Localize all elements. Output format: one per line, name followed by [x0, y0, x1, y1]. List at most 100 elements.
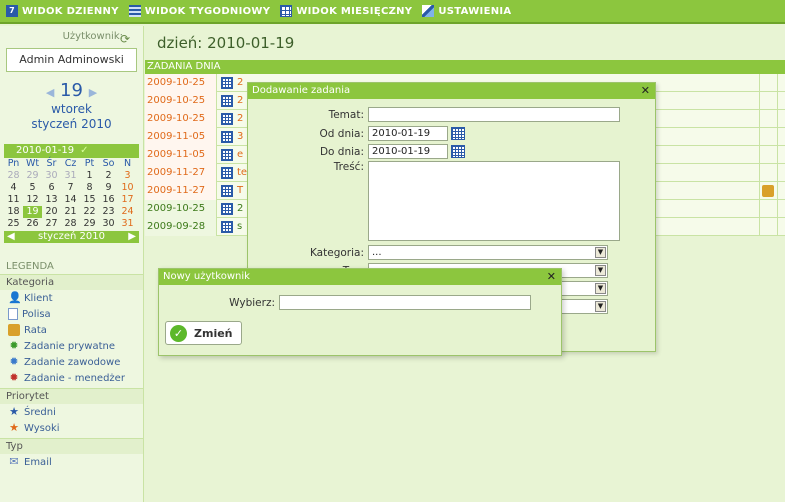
check-icon[interactable]: ✓ — [80, 145, 88, 156]
menu-week-view[interactable]: WIDOK TYGODNIOWY — [128, 5, 271, 17]
calendar-day[interactable]: 28 — [4, 170, 23, 182]
calendar-day[interactable]: 31 — [118, 218, 137, 230]
calendar-day[interactable]: 15 — [80, 194, 99, 206]
day-number: 19 — [60, 80, 83, 101]
close-icon[interactable]: ✕ — [547, 269, 556, 285]
temat-input[interactable] — [368, 107, 620, 122]
change-button[interactable]: ✓ Zmień — [165, 321, 242, 345]
calendar-day[interactable]: 5 — [23, 182, 42, 194]
menu-day-view[interactable]: 7 WIDOK DZIENNY — [6, 5, 119, 17]
calendar-day[interactable]: 6 — [42, 182, 61, 194]
add-task-dialog-header[interactable]: Dodawanie zadania ✕ — [248, 83, 655, 99]
calendar-day[interactable]: 24 — [118, 206, 137, 218]
footer-month: styczeń 2010 — [38, 231, 105, 242]
calendar-icon[interactable] — [221, 131, 233, 143]
current-user-box[interactable]: Admin Adminowski — [6, 48, 137, 72]
calendar-day[interactable]: 20 — [42, 206, 61, 218]
task-date[interactable]: 2009-11-05 — [145, 146, 217, 164]
refresh-icon[interactable]: ⟳ — [120, 32, 130, 46]
task-title[interactable]: 3 — [237, 128, 243, 146]
prev-month-arrow-icon[interactable]: ◀ — [7, 231, 15, 243]
calendar-week-row: 25 26 27 28 29 30 31 — [4, 218, 139, 230]
calendar-day[interactable]: 18 — [4, 206, 23, 218]
calendar-day[interactable]: 16 — [99, 194, 118, 206]
legend-item: 👤 Klient — [0, 290, 143, 306]
do-dnia-input[interactable] — [368, 144, 448, 159]
close-icon[interactable]: ✕ — [641, 83, 650, 99]
calendar-day[interactable]: 9 — [99, 182, 118, 194]
next-day-arrow-icon[interactable]: ▶ — [89, 86, 97, 99]
calendar-day[interactable]: 10 — [118, 182, 137, 194]
task-date[interactable]: 2009-11-27 — [145, 164, 217, 182]
legend-item-label: Rata — [24, 324, 47, 336]
legend-item: ✹ Zadanie - menedżer — [0, 370, 143, 386]
calendar-day[interactable]: 28 — [61, 218, 80, 230]
calendar-icon[interactable] — [221, 185, 233, 197]
task-title[interactable]: T — [237, 182, 243, 200]
calendar-day[interactable]: 14 — [61, 194, 80, 206]
chevron-down-icon[interactable]: ▼ — [595, 301, 606, 312]
next-month-arrow-icon[interactable]: ▶ — [128, 231, 136, 243]
legend-item: ✉ Email — [0, 454, 143, 470]
chevron-down-icon[interactable]: ▼ — [595, 283, 606, 294]
calendar-day[interactable]: 8 — [80, 182, 99, 194]
calendar-icon[interactable] — [221, 221, 233, 233]
calendar-icon[interactable] — [221, 113, 233, 125]
wybierz-input[interactable] — [279, 295, 531, 310]
calendar-day[interactable]: 13 — [42, 194, 61, 206]
column-divider — [759, 92, 760, 110]
menu-settings[interactable]: USTAWIENIA — [422, 5, 511, 17]
task-date[interactable]: 2009-09-28 — [145, 218, 217, 236]
task-date[interactable]: 2009-10-25 — [145, 92, 217, 110]
task-title[interactable]: e — [237, 146, 243, 164]
task-title[interactable]: 2 — [237, 200, 243, 218]
chevron-down-icon[interactable]: ▼ — [595, 247, 606, 258]
calendar-picker-icon[interactable] — [451, 145, 465, 158]
task-date[interactable]: 2009-10-25 — [145, 74, 217, 92]
menu-month-view[interactable]: WIDOK MIESIĘCZNY — [280, 5, 412, 17]
day-navigator: ◀ 19 ▶ — [0, 80, 143, 102]
calendar-day[interactable]: 25 — [4, 218, 23, 230]
task-date[interactable]: 2009-10-25 — [145, 200, 217, 218]
calendar-icon[interactable] — [221, 203, 233, 215]
calendar-icon[interactable] — [221, 167, 233, 179]
task-title[interactable]: s — [237, 218, 242, 236]
calendar-day[interactable]: 26 — [23, 218, 42, 230]
calendar-day[interactable]: 30 — [42, 170, 61, 182]
calendar-day[interactable]: 4 — [4, 182, 23, 194]
calendar-day[interactable]: 27 — [42, 218, 61, 230]
chevron-down-icon[interactable]: ▼ — [595, 265, 606, 276]
calendar-day[interactable]: 11 — [4, 194, 23, 206]
calendar-day[interactable]: 3 — [118, 170, 137, 182]
calendar-day[interactable]: 12 — [23, 194, 42, 206]
new-user-dialog-header[interactable]: Nowy użytkownik ✕ — [159, 269, 561, 285]
task-date[interactable]: 2009-11-27 — [145, 182, 217, 200]
calendar-picker-icon[interactable] — [451, 127, 465, 140]
tresc-textarea[interactable] — [368, 161, 620, 241]
calendar-day[interactable]: 2 — [99, 170, 118, 182]
od-dnia-input[interactable] — [368, 126, 448, 141]
calendar-day[interactable]: 29 — [23, 170, 42, 182]
calendar-day[interactable]: 7 — [61, 182, 80, 194]
task-title[interactable]: 2 — [237, 110, 243, 128]
task-title[interactable]: 2 — [237, 92, 243, 110]
calendar-icon[interactable] — [221, 77, 233, 89]
calendar-day[interactable]: 22 — [80, 206, 99, 218]
kategoria-select[interactable]: ... ▼ — [368, 245, 608, 260]
calendar-day[interactable]: 17 — [118, 194, 137, 206]
calendar-icon[interactable] — [221, 95, 233, 107]
calendar-day[interactable]: 30 — [99, 218, 118, 230]
prev-day-arrow-icon[interactable]: ◀ — [46, 86, 54, 99]
installment-coins-icon — [8, 324, 20, 336]
calendar-day[interactable]: 31 — [61, 170, 80, 182]
calendar-icon[interactable] — [221, 149, 233, 161]
task-date[interactable]: 2009-10-25 — [145, 110, 217, 128]
task-date[interactable]: 2009-11-05 — [145, 128, 217, 146]
task-title[interactable]: 2 — [237, 74, 243, 92]
task-title[interactable]: te — [237, 164, 247, 182]
calendar-day[interactable]: 1 — [80, 170, 99, 182]
calendar-day[interactable]: 29 — [80, 218, 99, 230]
calendar-day-selected[interactable]: 19 — [23, 206, 42, 218]
calendar-day[interactable]: 21 — [61, 206, 80, 218]
calendar-day[interactable]: 23 — [99, 206, 118, 218]
